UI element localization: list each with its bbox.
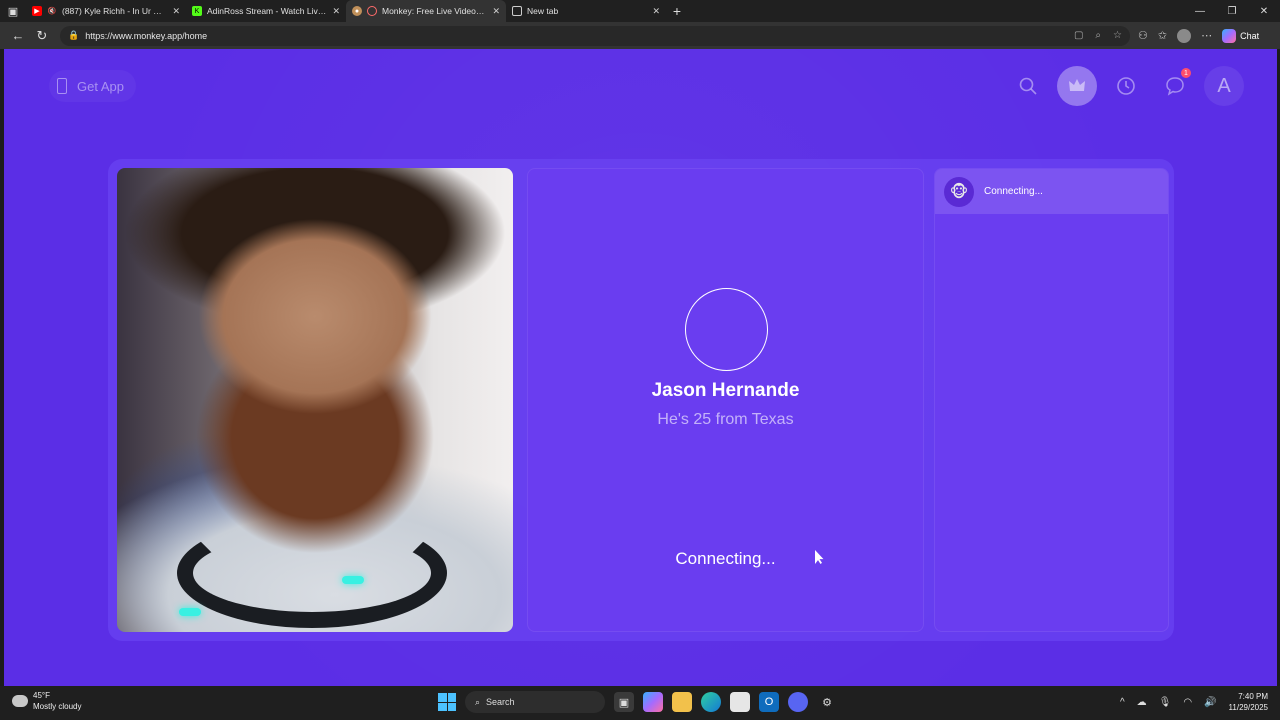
phone-icon <box>57 78 67 94</box>
avatar-letter: A <box>1217 74 1231 97</box>
clock-time: 7:40 PM <box>1238 692 1268 701</box>
match-panel: Jason Hernande He's 25 from Texas Connec… <box>527 168 924 632</box>
more-menu-icon[interactable]: ⋯ <box>1201 29 1212 42</box>
headset-light-left <box>179 608 201 616</box>
new-tab-page-icon <box>512 6 522 16</box>
system-tray: ^ ☁ 🎙 ◠ 🔊 7:40 PM 11/29/2025 <box>1120 691 1268 713</box>
messages-button[interactable]: 1 <box>1155 66 1195 106</box>
match-info: He's 25 from Texas <box>657 411 794 428</box>
browser-tab-youtube[interactable]: ▶ 🔇 (887) Kyle Richh - In Ur Eyes ✕ <box>26 0 186 22</box>
close-window-icon[interactable]: ✕ <box>1248 6 1280 17</box>
youtube-icon: ▶ <box>32 6 42 16</box>
kick-icon: K <box>192 6 202 16</box>
zoom-icon[interactable]: ⌕ <box>1095 30 1101 41</box>
taskbar-search[interactable]: ⌕ Search <box>465 691 605 713</box>
minimize-icon[interactable]: — <box>1184 6 1216 17</box>
browser-tab-strip: ▣ ▶ 🔇 (887) Kyle Richh - In Ur Eyes ✕ K … <box>0 0 1280 22</box>
browser-tab-monkey[interactable]: ● Monkey: Free Live Video Ch ✕ <box>346 0 506 22</box>
url-text: https://www.monkey.app/home <box>85 30 208 41</box>
cloudy-weather-icon <box>12 695 28 707</box>
chat-label: Chat <box>1240 30 1260 41</box>
extensions-icon[interactable]: ⚇ <box>1138 29 1148 42</box>
browser-tab-kick[interactable]: K AdinRoss Stream - Watch Live on ✕ <box>186 0 346 22</box>
weather-desc: Mostly cloudy <box>33 702 82 711</box>
weather-widget[interactable]: 45°F Mostly cloudy <box>12 690 81 712</box>
recording-icon <box>367 6 377 16</box>
weather-temp: 45°F <box>33 691 50 700</box>
clock[interactable]: 7:40 PM 11/29/2025 <box>1229 691 1268 713</box>
notification-badge: 1 <box>1181 68 1191 78</box>
store-icon[interactable] <box>730 692 750 712</box>
profile-avatar-button[interactable]: A <box>1204 66 1244 106</box>
connection-status: Connecting... <box>675 549 776 568</box>
close-tab-icon[interactable]: ✕ <box>332 6 340 17</box>
back-arrow-icon[interactable]: ← <box>6 28 30 43</box>
copilot-icon <box>1222 28 1237 43</box>
clock-icon <box>1117 77 1135 95</box>
restore-icon[interactable]: ❐ <box>1216 6 1248 17</box>
video-chat-card: Jason Hernande He's 25 from Texas Connec… <box>108 159 1174 641</box>
taskbar-apps: ⌕ Search ▣ O ⚙ <box>438 691 837 713</box>
wifi-icon[interactable]: ◠ <box>1183 697 1192 708</box>
copilot-app-icon[interactable] <box>643 692 663 712</box>
new-tab-plus-icon[interactable]: + <box>666 3 688 19</box>
volume-icon[interactable]: 🔊 <box>1204 697 1216 708</box>
headset-light-right <box>342 576 364 584</box>
microphone-icon[interactable]: 🎙 <box>1159 697 1172 708</box>
match-avatar <box>685 288 768 371</box>
chat-panel: 🐵 Connecting... <box>934 168 1169 632</box>
monkey-favicon-icon: ● <box>352 6 362 16</box>
windows-taskbar: 45°F Mostly cloudy ⌕ Search ▣ O ⚙ ^ ☁ 🎙 … <box>0 686 1280 720</box>
tab-actions-icon[interactable]: ▣ <box>0 0 26 22</box>
copilot-chat-button[interactable]: Chat <box>1222 28 1260 43</box>
chevron-up-icon[interactable]: ^ <box>1120 697 1125 708</box>
shop-button[interactable] <box>1057 66 1097 106</box>
monkey-avatar-icon: 🐵 <box>944 176 974 207</box>
profile-icon[interactable] <box>1177 28 1192 43</box>
edge-browser-icon[interactable] <box>701 692 721 712</box>
browser-toolbar: ← ↻ 🔒 https://www.monkey.app/home ▢ ⌕ ☆ … <box>0 22 1280 49</box>
taskbar-search-label: Search <box>486 697 515 707</box>
search-button[interactable] <box>1008 66 1048 106</box>
tab-title: (887) Kyle Richh - In Ur Eyes <box>62 6 167 16</box>
get-app-label: Get App <box>77 78 124 94</box>
muted-speaker-icon[interactable]: 🔇 <box>47 6 57 16</box>
headset-shape <box>177 518 447 628</box>
window-controls: — ❐ ✕ <box>1184 6 1280 17</box>
monkey-app-page: Get App 1 A Jason Hernande He's 25 from <box>4 49 1277 686</box>
discord-icon[interactable] <box>788 692 808 712</box>
crown-icon <box>1069 79 1085 91</box>
chat-bubble-icon <box>1166 77 1184 96</box>
tab-title: New tab <box>527 6 559 16</box>
search-icon: ⌕ <box>475 696 481 707</box>
task-view-icon[interactable]: ▣ <box>614 692 634 712</box>
chat-status-text: Connecting... <box>984 186 1043 197</box>
search-icon <box>1019 77 1037 95</box>
clock-date: 11/29/2025 <box>1228 703 1268 712</box>
lock-icon[interactable]: 🔒 <box>68 30 79 41</box>
media-icon[interactable]: ▢ <box>1074 30 1083 41</box>
app-icon[interactable]: ⚙ <box>817 692 837 712</box>
tab-title: AdinRoss Stream - Watch Live on <box>207 6 327 16</box>
windows-start-icon[interactable] <box>438 693 456 711</box>
refresh-icon[interactable]: ↻ <box>30 28 54 44</box>
top-navigation: 1 A <box>1008 66 1244 106</box>
match-name: Jason Hernande <box>651 380 800 401</box>
favorites-icon[interactable]: ✩ <box>1158 29 1167 42</box>
history-button[interactable] <box>1106 66 1146 106</box>
self-camera-video <box>117 168 513 632</box>
outlook-icon[interactable]: O <box>759 692 779 712</box>
address-bar[interactable]: 🔒 https://www.monkey.app/home ▢ ⌕ ☆ <box>60 25 1130 46</box>
tab-title: Monkey: Free Live Video Ch <box>382 6 487 16</box>
close-tab-icon[interactable]: ✕ <box>492 6 500 17</box>
chat-status-row: 🐵 Connecting... <box>935 169 1168 214</box>
get-app-button[interactable]: Get App <box>49 70 136 102</box>
onedrive-icon[interactable]: ☁ <box>1137 697 1147 708</box>
close-tab-icon[interactable]: ✕ <box>172 6 180 17</box>
browser-tab-new[interactable]: New tab ✕ <box>506 0 666 22</box>
favorite-star-icon[interactable]: ☆ <box>1113 30 1122 41</box>
close-tab-icon[interactable]: ✕ <box>652 6 660 17</box>
file-explorer-icon[interactable] <box>672 692 692 712</box>
